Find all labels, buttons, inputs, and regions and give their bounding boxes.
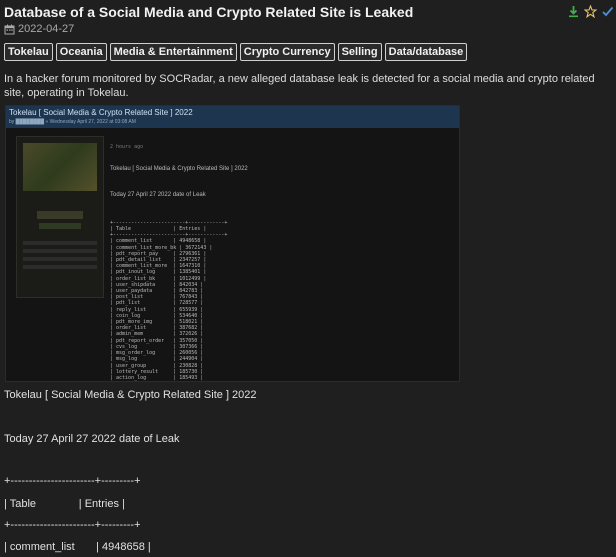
forum-user-badge [39,223,81,229]
date-row: 2022-04-27 [4,23,74,35]
forum-user-stat [23,241,97,245]
download-icon[interactable] [567,5,580,18]
table-rule: +-----------------------+---------+ [4,519,141,531]
forum-user-rank [37,211,83,219]
post-heading: Tokelau [ Social Media & Crypto Related … [4,389,257,401]
table-header-row: | Table | Entries | [4,498,125,510]
tag-list: Tokelau Oceania Media & Entertainment Cr… [4,43,468,61]
forum-table-line: | class_pdt | 93024 | [110,381,450,382]
table-rule: +-----------------------+---------+ [4,475,141,487]
table-row: | comment_list | 4948658 | [4,541,151,553]
tag-country[interactable]: Tokelau [4,43,53,61]
title-actions [567,5,614,18]
post-date-line: Today 27 April 27 2022 date of Leak [4,433,180,445]
tag-selling[interactable]: Selling [337,43,382,61]
tag-region[interactable]: Oceania [55,43,107,61]
forum-post-title: Tokelau [ Social Media & Crypto Related … [110,166,248,173]
forum-user-stat [23,249,97,253]
forum-user-stat [23,265,97,269]
post-date: 2022-04-27 [18,23,75,35]
forum-avatar [23,143,97,191]
forum-post-body: 2 hours ago Tokelau [ Social Media & Cry… [110,132,450,382]
forum-user-panel [16,136,104,298]
forum-screenshot: Tokelau [ Social Media & Crypto Related … [5,105,460,382]
forum-thread-meta: by ████████ » Wednesday April 27, 2022 a… [9,119,136,125]
page-title: Database of a Social Media and Crypto Re… [4,4,414,20]
forum-thread-title: Tokelau [ Social Media & Crypto Related … [9,108,193,117]
tag-crypto[interactable]: Crypto Currency [239,43,335,61]
description: In a hacker forum monitored by SOCRadar,… [4,73,595,99]
tag-data[interactable]: Data/database [384,43,468,61]
forum-post-date: Today 27 April 27 2022 date of Leak [110,192,206,199]
check-icon[interactable] [601,5,614,18]
forum-time-ago: 2 hours ago [110,144,144,151]
forum-header: Tokelau [ Social Media & Crypto Related … [6,106,459,128]
tag-industry[interactable]: Media & Entertainment [109,43,237,61]
star-icon[interactable] [584,5,597,18]
forum-user-stat [23,257,97,261]
forum-table-dump: +------------------------+------------+ |… [110,220,450,382]
calendar-icon [4,24,15,35]
